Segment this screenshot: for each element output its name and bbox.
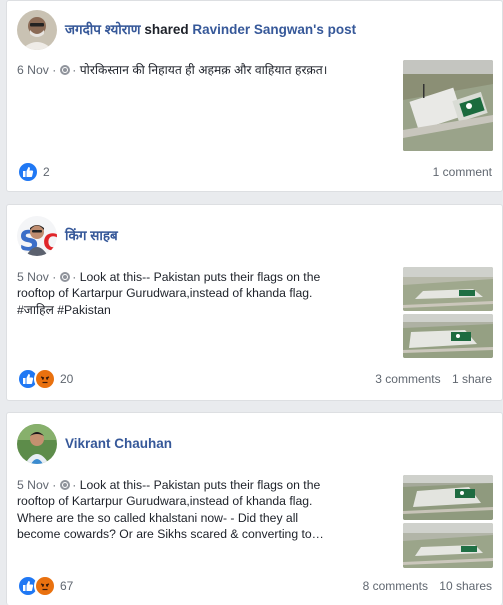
reaction-count[interactable]: 2 xyxy=(43,165,50,179)
engagement-links: 1 comment xyxy=(425,165,492,179)
post-header-line: Vikrant Chauhan xyxy=(65,435,172,453)
post-text: 6 Nov · · पोरकिस्तान की निहायत ही अहमक़ औ… xyxy=(17,63,328,77)
post-date[interactable]: 5 Nov xyxy=(17,478,49,492)
shares-link[interactable]: 10 shares xyxy=(439,579,492,593)
comments-link[interactable]: 1 comment xyxy=(433,165,492,179)
post-text-line: पोरकिस्तान की निहायत ही अहमक़ और वाहियात… xyxy=(79,63,328,77)
globe-icon xyxy=(60,272,71,282)
post-text-line: Look at this-- Pakistan puts their flags… xyxy=(79,478,321,492)
angry-face-icon[interactable] xyxy=(34,575,56,597)
post-image[interactable] xyxy=(403,60,493,151)
shared-source-link[interactable]: Ravinder Sangwan's post xyxy=(192,22,356,37)
engagement-links: 3 comments 1 share xyxy=(367,372,492,386)
post-card: जगदीप श्योराण shared Ravinder Sangwan's … xyxy=(6,0,503,192)
post-header: Vikrant Chauhan xyxy=(17,423,172,465)
post-text-line: rooftop of Kartarpur Gurudwara,instead o… xyxy=(17,494,313,509)
comments-link[interactable]: 3 comments xyxy=(375,372,440,386)
globe-icon xyxy=(60,480,71,490)
post-card: Vikrant Chauhan 5 Nov · · Look at this-- … xyxy=(6,412,503,605)
angry-face-icon[interactable] xyxy=(34,368,56,390)
post-card: S C किंग साहब 5 Nov · · Look at this-- Pa… xyxy=(6,204,503,401)
post-date[interactable]: 5 Nov xyxy=(17,270,49,284)
post-text: 5 Nov · · Look at this-- Pakistan puts th… xyxy=(17,477,392,542)
post-image[interactable] xyxy=(403,267,493,311)
post-footer: 67 8 comments 10 shares xyxy=(17,575,492,597)
post-image[interactable] xyxy=(403,523,493,568)
post-date[interactable]: 6 Nov xyxy=(17,63,49,77)
engagement-links: 8 comments 10 shares xyxy=(355,579,492,593)
post-header: जगदीप श्योराण shared Ravinder Sangwan's … xyxy=(17,9,356,51)
post-text-line: Look at this-- Pakistan puts their flags… xyxy=(79,270,321,284)
comments-link[interactable]: 8 comments xyxy=(363,579,428,593)
avatar[interactable]: S C xyxy=(17,216,57,256)
shares-link[interactable]: 1 share xyxy=(452,372,492,386)
post-footer: 2 1 comment xyxy=(17,161,492,183)
post-header-line: जगदीप श्योराण shared Ravinder Sangwan's … xyxy=(65,21,356,39)
post-image[interactable] xyxy=(403,475,493,520)
post-header: S C किंग साहब xyxy=(17,215,118,257)
shared-label: shared xyxy=(144,22,189,37)
hashtags[interactable]: #जाहिल #Pakistan xyxy=(17,302,387,318)
globe-icon xyxy=(60,65,71,75)
post-header-line: किंग साहब xyxy=(65,227,118,245)
post-text-line: rooftop of Kartarpur Gurudwara,instead o… xyxy=(17,286,313,301)
post-text: 5 Nov · · Look at this-- Pakistan puts th… xyxy=(17,269,387,318)
author-name[interactable]: Vikrant Chauhan xyxy=(65,436,172,451)
thumbs-up-icon[interactable] xyxy=(17,161,39,183)
avatar[interactable] xyxy=(17,424,57,464)
author-name[interactable]: जगदीप श्योराण xyxy=(65,22,141,37)
news-feed: जगदीप श्योराण shared Ravinder Sangwan's … xyxy=(0,0,503,605)
reaction-count[interactable]: 67 xyxy=(60,579,73,593)
post-footer: 20 3 comments 1 share xyxy=(17,368,492,390)
post-text-line: become cowards? Or are Sikhs scared & co… xyxy=(17,526,324,541)
author-name[interactable]: किंग साहब xyxy=(65,228,118,243)
post-image[interactable] xyxy=(403,314,493,358)
post-text-line: Where are the so called khalstani now- -… xyxy=(17,510,299,525)
reaction-count[interactable]: 20 xyxy=(60,372,73,386)
avatar[interactable] xyxy=(17,10,57,50)
